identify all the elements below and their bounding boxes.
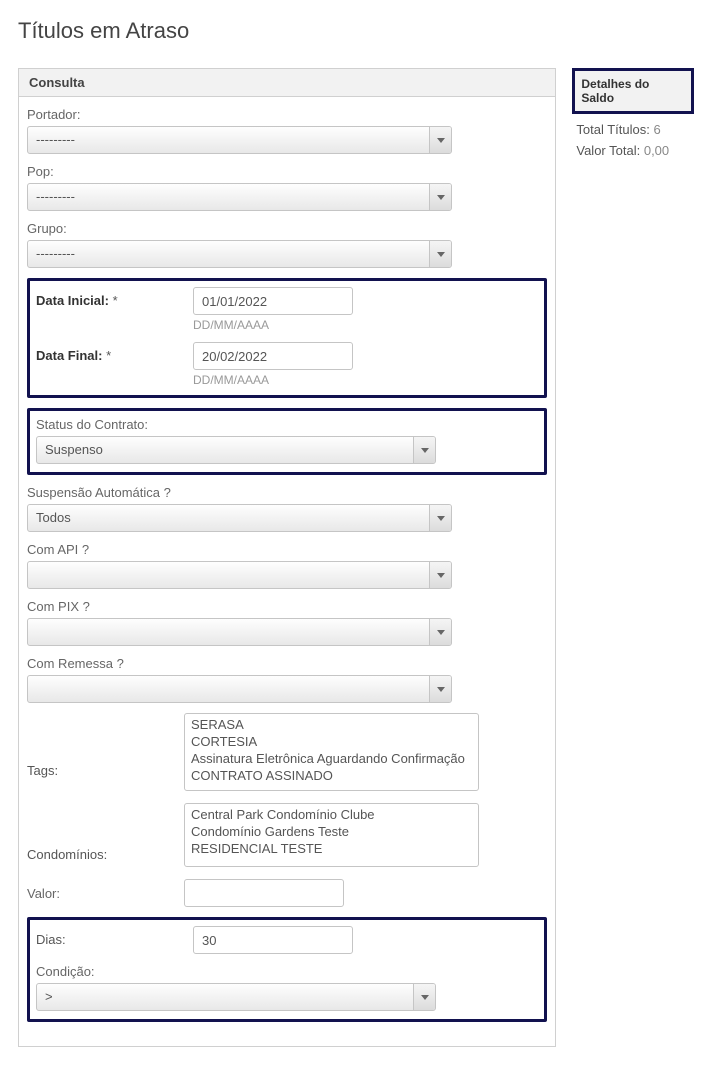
chevron-down-icon <box>413 984 435 1010</box>
required-star: * <box>106 348 111 363</box>
com-api-value <box>28 562 429 588</box>
suspensao-auto-label: Suspensão Automática ? <box>27 485 547 500</box>
suspensao-auto-value: Todos <box>28 505 429 531</box>
data-inicial-input[interactable] <box>193 287 353 315</box>
status-contrato-highlight: Status do Contrato: Suspenso <box>27 408 547 475</box>
tags-listbox[interactable]: SERASA CORTESIA Assinatura Eletrônica Ag… <box>184 713 479 791</box>
com-remessa-value <box>28 676 429 702</box>
condominios-label: Condomínios: <box>27 847 107 862</box>
chevron-down-icon <box>429 127 451 153</box>
total-titulos-label: Total Títulos: <box>576 122 649 137</box>
data-final-hint: DD/MM/AAAA <box>193 373 538 387</box>
list-item[interactable]: Central Park Condomínio Clube <box>191 807 472 824</box>
required-star: * <box>113 293 118 308</box>
dias-label: Dias: <box>36 932 66 947</box>
com-api-select[interactable] <box>27 561 452 589</box>
chevron-down-icon <box>429 241 451 267</box>
status-contrato-select[interactable]: Suspenso <box>36 436 436 464</box>
valor-total-value: 0,00 <box>644 143 669 158</box>
date-range-highlight: Data Inicial: * DD/MM/AAAA Data Final: * <box>27 278 547 398</box>
data-inicial-label: Data Inicial: <box>36 293 109 308</box>
list-item[interactable]: Condomínio Gardens Teste <box>191 824 472 841</box>
chevron-down-icon <box>429 562 451 588</box>
valor-total-label: Valor Total: <box>576 143 640 158</box>
list-item[interactable]: SERASA <box>191 717 472 734</box>
pop-label: Pop: <box>27 164 547 179</box>
chevron-down-icon <box>429 619 451 645</box>
pop-select[interactable]: --------- <box>27 183 452 211</box>
data-inicial-hint: DD/MM/AAAA <box>193 318 538 332</box>
data-final-input[interactable] <box>193 342 353 370</box>
com-remessa-label: Com Remessa ? <box>27 656 547 671</box>
list-item[interactable]: CORTESIA <box>191 734 472 751</box>
valor-input[interactable] <box>184 879 344 907</box>
com-pix-label: Com PIX ? <box>27 599 547 614</box>
chevron-down-icon <box>429 505 451 531</box>
detalhes-saldo-panel: Detalhes do Saldo Total Títulos: 6 Valor… <box>572 68 694 172</box>
detalhes-saldo-title: Detalhes do Saldo <box>572 68 694 114</box>
total-titulos-value: 6 <box>653 122 660 137</box>
pop-value: --------- <box>28 184 429 210</box>
portador-value: --------- <box>28 127 429 153</box>
grupo-value: --------- <box>28 241 429 267</box>
dias-condicao-highlight: Dias: Condição: > <box>27 917 547 1022</box>
suspensao-auto-select[interactable]: Todos <box>27 504 452 532</box>
condicao-select[interactable]: > <box>36 983 436 1011</box>
com-pix-value <box>28 619 429 645</box>
grupo-label: Grupo: <box>27 221 547 236</box>
condicao-label: Condição: <box>36 964 538 979</box>
tags-label: Tags: <box>27 763 58 778</box>
valor-label: Valor: <box>27 886 172 901</box>
com-remessa-select[interactable] <box>27 675 452 703</box>
status-contrato-value: Suspenso <box>37 437 413 463</box>
panel-title: Consulta <box>19 69 555 97</box>
list-item[interactable]: CONTRATO ASSINADO <box>191 768 472 785</box>
list-item[interactable]: RESIDENCIAL TESTE <box>191 841 472 858</box>
portador-label: Portador: <box>27 107 547 122</box>
dias-input[interactable] <box>193 926 353 954</box>
portador-select[interactable]: --------- <box>27 126 452 154</box>
status-contrato-label: Status do Contrato: <box>36 417 538 432</box>
com-pix-select[interactable] <box>27 618 452 646</box>
condominios-listbox[interactable]: Central Park Condomínio Clube Condomínio… <box>184 803 479 867</box>
com-api-label: Com API ? <box>27 542 547 557</box>
data-final-label: Data Final: <box>36 348 102 363</box>
chevron-down-icon <box>413 437 435 463</box>
list-item[interactable]: Assinatura Eletrônica Aguardando Confirm… <box>191 751 472 768</box>
page-title: Títulos em Atraso <box>18 18 694 44</box>
chevron-down-icon <box>429 676 451 702</box>
grupo-select[interactable]: --------- <box>27 240 452 268</box>
consulta-panel: Consulta Portador: --------- Pop: ------… <box>18 68 556 1047</box>
condicao-value: > <box>37 984 413 1010</box>
chevron-down-icon <box>429 184 451 210</box>
